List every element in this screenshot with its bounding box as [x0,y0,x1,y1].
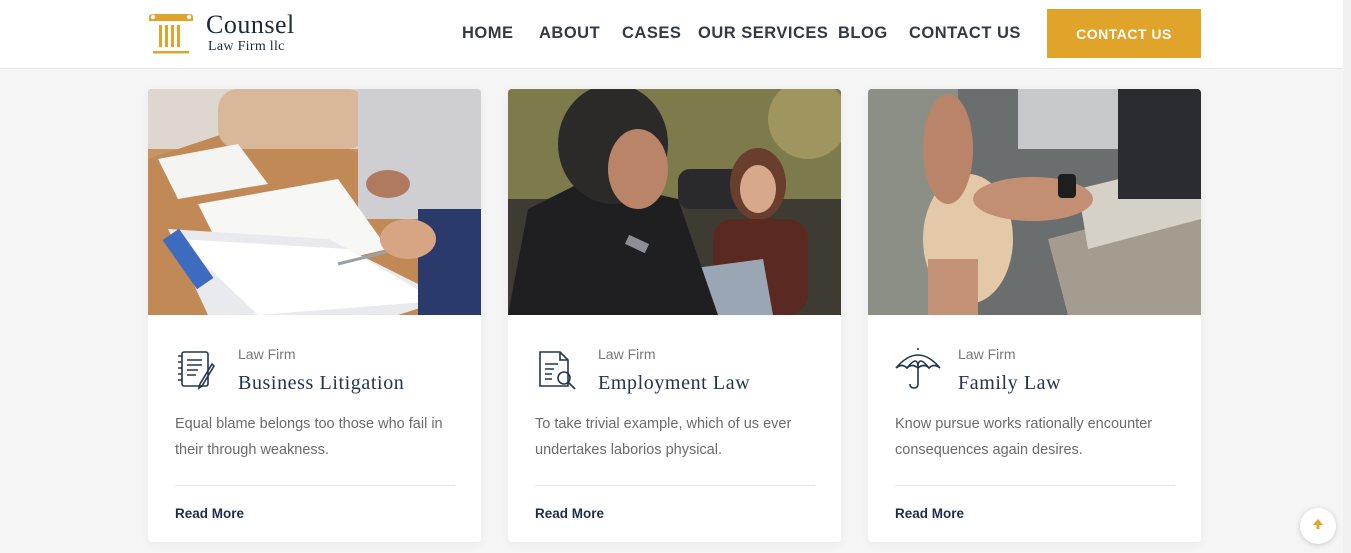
card-title: Employment Law [598,372,751,394]
logo-subtitle: Law Firm llc [208,39,285,54]
service-card-employment-law: Law Firm Employment Law To take trivial … [508,89,841,542]
card-description: To take trivial example, which of us eve… [535,416,792,458]
card-divider [175,485,455,486]
nav-blog[interactable]: BLOG [838,24,888,43]
page-scrollbar[interactable] [1343,0,1351,553]
arrow-up-icon [1312,517,1324,535]
nav-contact-us[interactable]: CONTACT US [909,24,1021,43]
card-description: Know pursue works rationally encounter c… [895,416,1153,458]
document-search-icon [534,346,582,394]
service-card-business-litigation: Law Firm Business Litigation Equal blame… [148,89,481,542]
card-title: Business Litigation [238,372,405,394]
site-header: Counsel Law Firm llc HOME ABOUT CASES OU… [0,0,1351,69]
read-more-link[interactable]: Read More [535,506,604,521]
document-pen-icon [174,346,222,394]
logo-title: Counsel [206,10,295,39]
read-more-link[interactable]: Read More [175,506,244,521]
card-category: Law Firm [238,346,296,362]
card-category: Law Firm [958,346,1016,362]
read-more-link[interactable]: Read More [895,506,964,521]
nav-cases[interactable]: CASES [622,24,681,43]
card-description: Equal blame belongs too those who fail i… [175,416,443,458]
card-category: Law Firm [598,346,656,362]
pillar-logo-icon [147,13,195,55]
umbrella-icon [894,346,942,394]
contact-us-button[interactable]: CONTACT US [1047,9,1201,58]
nav-home[interactable]: HOME [462,24,514,43]
service-card-family-law: Law Firm Family Law Know pursue works ra… [868,89,1201,542]
card-image-business [148,89,481,315]
card-divider [535,485,815,486]
nav-our-services[interactable]: OUR SERVICES [698,24,828,43]
card-title: Family Law [958,372,1062,394]
scroll-to-top-button[interactable] [1300,508,1336,544]
card-image-employment [508,89,841,315]
card-divider [895,485,1175,486]
logo[interactable]: Counsel Law Firm llc [147,10,327,59]
card-image-family [868,89,1201,315]
nav-about[interactable]: ABOUT [539,24,600,43]
